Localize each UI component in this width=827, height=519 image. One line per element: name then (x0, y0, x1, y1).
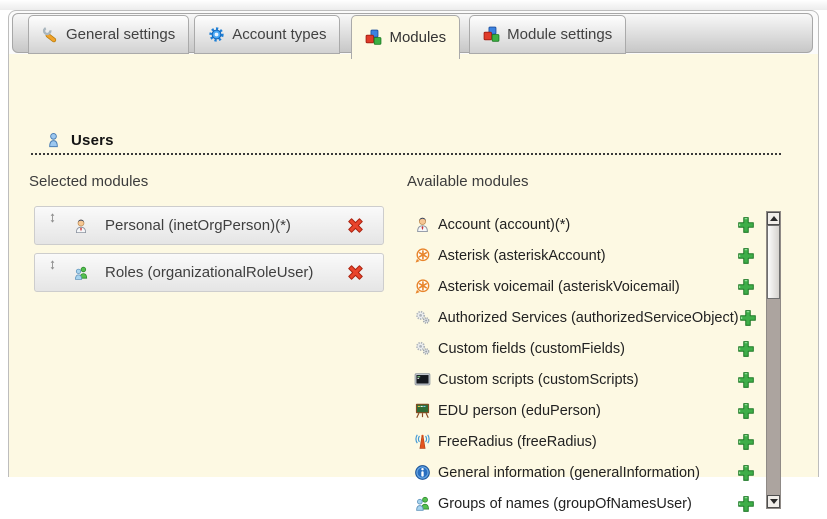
modules-icon (483, 26, 500, 43)
available-modules-scrollbar[interactable] (766, 211, 781, 509)
add-module-button[interactable] (737, 247, 755, 265)
add-plus-icon (737, 371, 755, 389)
scroll-down-icon (770, 499, 778, 504)
remove-module-button[interactable] (346, 216, 365, 235)
module-label: General information (generalInformation) (438, 465, 700, 481)
add-plus-icon (737, 278, 755, 296)
modules-tab-panel: Users Selected modules Available modules… (9, 54, 818, 477)
add-module-button[interactable] (737, 464, 755, 482)
available-module-row: Custom scripts (customScripts) (414, 364, 755, 395)
asterisk-icon (414, 278, 431, 295)
module-label: Authorized Services (authorizedServiceOb… (438, 310, 739, 326)
info-icon (414, 464, 431, 481)
section-divider (31, 153, 783, 155)
person-icon (73, 218, 89, 234)
add-module-button[interactable] (737, 495, 755, 513)
scroll-down-button[interactable] (767, 495, 780, 508)
tab-label: Account types (232, 26, 326, 43)
user-icon (45, 132, 62, 149)
add-module-button[interactable] (737, 433, 755, 451)
module-label: FreeRadius (freeRadius) (438, 434, 597, 450)
section-title: Users (71, 132, 114, 149)
add-plus-icon (737, 340, 755, 358)
add-module-button[interactable] (737, 371, 755, 389)
config-panel: General settings Account types Modules M… (8, 10, 819, 477)
scroll-up-button[interactable] (767, 212, 780, 225)
available-modules-list: Account (account)(*) Asterisk (asteriskA… (414, 209, 755, 519)
available-module-row: Asterisk voicemail (asteriskVoicemail) (414, 271, 755, 302)
add-module-button[interactable] (739, 309, 757, 327)
add-plus-icon (737, 247, 755, 265)
tab-account-types[interactable]: Account types (194, 15, 340, 54)
add-plus-icon (737, 495, 755, 513)
group-icon (73, 265, 89, 281)
selected-modules-heading: Selected modules (29, 173, 148, 190)
add-module-button[interactable] (737, 402, 755, 420)
module-label: Asterisk (asteriskAccount) (438, 248, 606, 264)
tab-label: General settings (66, 26, 175, 43)
page-top-strip (0, 0, 827, 10)
tab-bar: General settings Account types Modules M… (28, 15, 626, 59)
selected-module-row[interactable]: Roles (organizationalRoleUser) (34, 253, 384, 292)
tab-general-settings[interactable]: General settings (28, 15, 189, 54)
available-module-row: Groups of names (groupOfNamesUser) (414, 488, 755, 519)
delete-x-icon (346, 263, 365, 282)
add-module-button[interactable] (737, 340, 755, 358)
asterisk-icon (414, 247, 431, 264)
add-plus-icon (737, 433, 755, 451)
module-label: Asterisk voicemail (asteriskVoicemail) (438, 279, 680, 295)
module-label: Roles (organizationalRoleUser) (105, 264, 313, 281)
tab-label: Modules (389, 29, 446, 46)
module-label: Custom fields (customFields) (438, 341, 625, 357)
add-module-button[interactable] (737, 216, 755, 234)
modules-icon (365, 29, 382, 46)
scroll-up-icon (770, 216, 778, 221)
drag-handle-icon[interactable] (47, 212, 58, 224)
available-module-row: General information (generalInformation) (414, 457, 755, 488)
module-label: Groups of names (groupOfNamesUser) (438, 496, 692, 512)
wrench-icon (42, 26, 59, 43)
group-icon (414, 495, 431, 512)
remove-module-button[interactable] (346, 263, 365, 282)
available-module-row: Authorized Services (authorizedServiceOb… (414, 302, 755, 333)
gears-icon (414, 340, 431, 357)
selected-module-row[interactable]: Personal (inetOrgPerson)(*) (34, 206, 384, 245)
add-plus-icon (737, 464, 755, 482)
available-module-row: Custom fields (customFields) (414, 333, 755, 364)
add-plus-icon (737, 216, 755, 234)
person-icon (414, 216, 431, 233)
available-modules-heading: Available modules (407, 173, 528, 190)
gear-icon (208, 26, 225, 43)
blackboard-icon (414, 402, 431, 419)
available-module-row: FreeRadius (freeRadius) (414, 426, 755, 457)
tab-module-settings[interactable]: Module settings (469, 15, 626, 54)
available-module-row: Asterisk (asteriskAccount) (414, 240, 755, 271)
drag-handle-icon[interactable] (47, 259, 58, 271)
selected-modules-list: Personal (inetOrgPerson)(*) Roles (organ… (34, 206, 384, 300)
module-label: Custom scripts (customScripts) (438, 372, 639, 388)
users-section-heading: Users (45, 132, 114, 149)
tab-label: Module settings (507, 26, 612, 43)
module-label: EDU person (eduPerson) (438, 403, 601, 419)
delete-x-icon (346, 216, 365, 235)
add-plus-icon (737, 402, 755, 420)
scrollbar-thumb[interactable] (767, 225, 780, 299)
gears-icon (414, 309, 431, 326)
terminal-icon (414, 371, 431, 388)
module-label: Account (account)(*) (438, 217, 570, 233)
available-module-row: EDU person (eduPerson) (414, 395, 755, 426)
add-plus-icon (739, 309, 757, 327)
available-module-row: Account (account)(*) (414, 209, 755, 240)
tab-modules[interactable]: Modules (351, 15, 460, 59)
add-module-button[interactable] (737, 278, 755, 296)
module-label: Personal (inetOrgPerson)(*) (105, 217, 291, 234)
antenna-icon (414, 433, 431, 450)
